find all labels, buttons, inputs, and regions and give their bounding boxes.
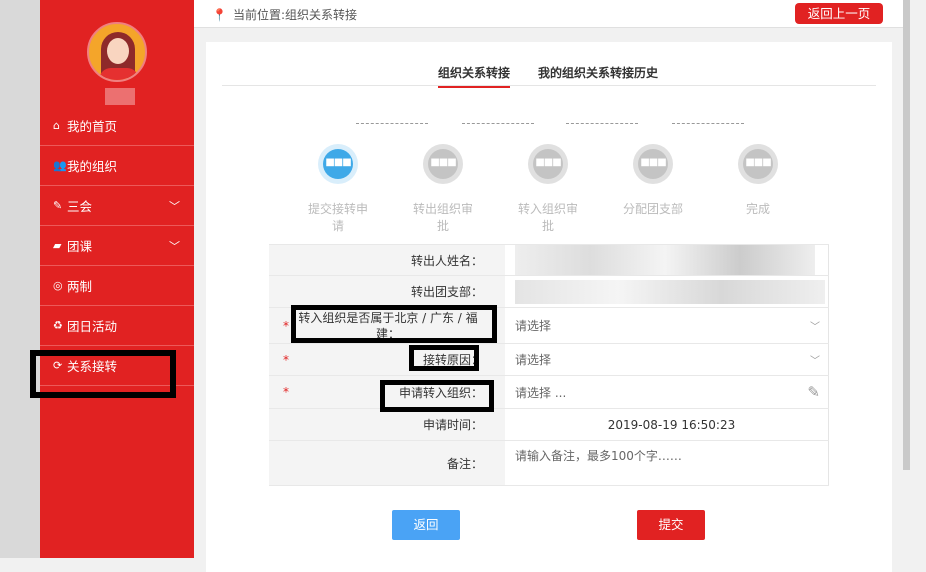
step-label: 分配团支部: [622, 202, 683, 216]
nav-label: 团日活动: [67, 319, 118, 334]
target-org-picker[interactable]: 请选择 ... ✎: [505, 376, 829, 408]
required-mark: *: [283, 318, 289, 333]
sidebar: ⌂ 我的首页 👥 我的组织 ✎ 三会 ﹀ ▰ 团课 ﹀ ◎ 两制 ♻ 团日活动 ⟳ 关系接转: [40, 0, 194, 558]
chevron-down-icon: ﹀: [810, 356, 820, 367]
username-redacted: [105, 88, 135, 105]
step-label: 转出组织审批: [412, 202, 473, 233]
step-3: ■■■: [528, 144, 568, 184]
step-connector: [356, 123, 428, 124]
chevron-down-icon: ﹀: [810, 322, 820, 333]
submit-button[interactable]: 提交: [637, 510, 705, 540]
recycle-icon: ♻: [53, 319, 63, 332]
step-4: ■■■: [633, 144, 673, 184]
sidebar-item-liangzhi[interactable]: ◎ 两制: [40, 266, 194, 306]
more-icon: ■■■: [428, 149, 458, 179]
step-5: ■■■: [738, 144, 778, 184]
field-label: 申请时间：: [422, 418, 483, 432]
tab-history[interactable]: 我的组织关系转接历史: [538, 64, 658, 81]
nav-label: 两制: [67, 279, 93, 294]
textarea-placeholder: 请输入备注，最多100个字……: [515, 449, 682, 463]
step-2: ■■■: [423, 144, 463, 184]
edit-icon[interactable]: ✎: [807, 383, 820, 401]
annotation-box: [409, 345, 479, 371]
step-label: 提交接转申请: [307, 202, 368, 233]
chevron-down-icon: ﹀: [169, 199, 180, 213]
annotation-box: [30, 350, 176, 398]
row-note: 备注： 请输入备注，最多100个字……: [269, 441, 829, 486]
note-textarea[interactable]: 请输入备注，最多100个字……: [505, 441, 829, 485]
more-icon: ■■■: [638, 149, 668, 179]
more-icon: ■■■: [323, 149, 353, 179]
row-target: * 申请转入组织： 请选择 ... ✎: [269, 376, 829, 409]
picker-placeholder: 请选择 ...: [515, 385, 567, 400]
annotation-box: [291, 305, 497, 343]
sidebar-item-sanhui[interactable]: ✎ 三会 ﹀: [40, 186, 194, 226]
topbar: 📍 当前位置:组织关系转接 返回上一页: [194, 0, 906, 28]
chevron-down-icon: ﹀: [169, 239, 180, 253]
avatar: [87, 22, 147, 82]
sidebar-item-activity[interactable]: ♻ 团日活动: [40, 306, 194, 346]
folder-open-icon: ▰: [53, 239, 62, 252]
row-time: 申请时间： 2019-08-19 16:50:23: [269, 409, 829, 441]
edit-icon: ✎: [53, 199, 63, 212]
select-placeholder: 请选择: [515, 319, 552, 333]
sidebar-item-home[interactable]: ⌂ 我的首页: [40, 106, 194, 146]
step-connector: [672, 123, 744, 124]
annotation-box: [380, 380, 494, 412]
row-reason: * 接转原因： 请选择 ﹀: [269, 344, 829, 376]
required-mark: *: [283, 385, 289, 399]
back-button[interactable]: 返回: [392, 510, 460, 540]
tab-transfer[interactable]: 组织关系转接: [438, 64, 511, 88]
field-label: 转出团支部：: [410, 285, 483, 299]
nav-label: 我的组织: [67, 159, 118, 174]
region-select[interactable]: 请选择 ﹀: [505, 308, 829, 343]
field-label: 转出人姓名：: [410, 253, 483, 268]
nav-label: 三会: [67, 199, 93, 214]
breadcrumb-text: 当前位置:组织关系转接: [232, 8, 357, 22]
scrollbar[interactable]: [903, 0, 910, 470]
select-placeholder: 请选择: [515, 353, 552, 367]
row-name: 转出人姓名：: [269, 244, 829, 276]
row-branch: 转出团支部：: [269, 276, 829, 308]
step-1: ■■■: [318, 144, 358, 184]
step-label: 转入组织审批: [517, 202, 578, 233]
sidebar-item-tuanke[interactable]: ▰ 团课 ﹀: [40, 226, 194, 266]
name-value-redacted: [505, 245, 829, 275]
go-back-button[interactable]: 返回上一页: [795, 3, 883, 24]
reason-select[interactable]: 请选择 ﹀: [505, 344, 829, 375]
breadcrumb: 📍 当前位置:组织关系转接: [212, 6, 357, 23]
nav-label: 团课: [67, 239, 93, 254]
home-icon: ⌂: [53, 119, 60, 132]
nav-label: 我的首页: [67, 119, 118, 134]
tabs: 组织关系转接 我的组织关系转接历史: [222, 62, 876, 88]
sidebar-item-org[interactable]: 👥 我的组织: [40, 146, 194, 186]
more-icon: ■■■: [743, 149, 773, 179]
step-connector: [566, 123, 638, 124]
field-label: 备注：: [446, 456, 483, 471]
branch-value-redacted: [505, 276, 829, 307]
required-mark: *: [283, 352, 289, 367]
more-icon: ■■■: [533, 149, 563, 179]
target-icon: ◎: [53, 279, 63, 292]
location-pin-icon: 📍: [212, 8, 227, 22]
users-icon: 👥: [53, 159, 67, 172]
left-gutter: [0, 0, 40, 558]
time-value: 2019-08-19 16:50:23: [505, 409, 829, 440]
step-label: 完成: [745, 202, 770, 216]
step-connector: [462, 123, 534, 124]
